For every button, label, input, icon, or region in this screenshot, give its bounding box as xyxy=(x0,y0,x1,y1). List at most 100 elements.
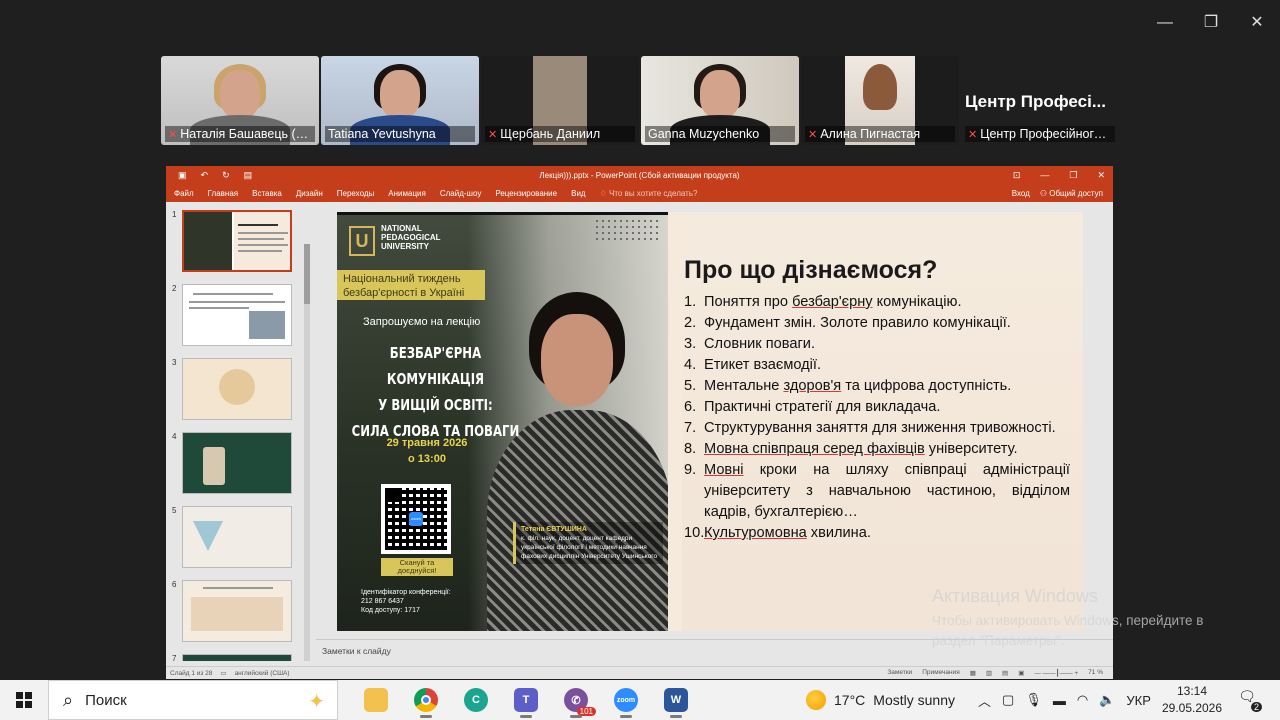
participant-name-label: ✕ Наталія Башавець (ви... xyxy=(165,126,315,142)
folder-icon xyxy=(364,688,388,712)
agenda-item: 5. Ментальне здоров'я та цифрова доступні… xyxy=(684,376,1070,397)
word-icon: W xyxy=(664,688,688,712)
tab-design[interactable]: Дизайн xyxy=(296,189,323,198)
participant-tile[interactable]: ✕ Наталія Башавець (ви... xyxy=(161,56,319,145)
signin-link[interactable]: Вход xyxy=(1012,189,1030,198)
input-language[interactable]: УКР xyxy=(1126,693,1151,708)
participant-tile[interactable]: Центр Професі... ✕ Центр Професійного ... xyxy=(961,56,1119,145)
tab-insert[interactable]: Вставка xyxy=(252,189,282,198)
close-icon[interactable]: ✕ xyxy=(1234,10,1280,36)
restore-icon[interactable]: ❐ xyxy=(1069,170,1077,181)
activation-line: Чтобы активировать Windows, перейдите в xyxy=(932,613,1204,628)
battery-icon[interactable]: ▬ xyxy=(1053,693,1066,708)
ribbon-display-icon[interactable]: ⊡ xyxy=(1013,170,1021,181)
participant-tile[interactable]: Ganna Muzychenko xyxy=(641,56,799,145)
ribbon-tabs: Файл Главная Вставка Дизайн Переходы Ани… xyxy=(166,184,1113,202)
zoom-level[interactable]: 71 % xyxy=(1088,669,1103,677)
slide-thumbnail-2[interactable] xyxy=(182,284,292,346)
tab-animations[interactable]: Анимация xyxy=(388,189,426,198)
tab-review[interactable]: Рецензирование xyxy=(495,189,557,198)
qr-pattern: zoom xyxy=(385,488,447,550)
restore-icon[interactable]: ❐ xyxy=(1188,10,1234,36)
copilot-sparkle-icon: ✦ xyxy=(308,691,325,713)
ppt-status-bar: Слайд 1 из 28 ▭ английский (США) Заметки… xyxy=(166,666,1113,679)
conf-line: Ідентифікатор конференції: xyxy=(361,589,451,596)
microphone-icon[interactable]: 🎙 xyxy=(1025,692,1042,708)
scrollbar-thumb[interactable] xyxy=(304,244,310,304)
wifi-icon[interactable]: ◠ xyxy=(1077,692,1088,708)
slide-thumbnail-7[interactable] xyxy=(182,654,292,661)
agenda-text: Ментальне здоров'я та цифрова доступніст… xyxy=(704,376,1070,397)
agenda-text: Словник поваги. xyxy=(704,334,1070,355)
taskbar-search[interactable]: ⌕ Поиск ✦ xyxy=(48,680,338,720)
zoom-slider[interactable]: — ——┃—— + xyxy=(1034,669,1078,677)
tab-home[interactable]: Главная xyxy=(208,189,238,198)
thumb-image xyxy=(249,311,285,339)
participant-name: Алина Пигнастая xyxy=(820,127,921,141)
agenda-text-part: Етикет взаємодії. xyxy=(704,357,822,373)
participant-tile[interactable]: ✕ Алина Пигнастая xyxy=(801,56,959,145)
uni-line: NATIONAL xyxy=(381,224,422,233)
desktop: — ❐ ✕ ✕ Наталія Башавець (ви... Tatiana Y… xyxy=(0,0,1280,720)
reading-view-icon[interactable]: ▤ xyxy=(1002,669,1008,677)
tell-me-box[interactable]: ♢ Что вы хотите сделать? xyxy=(600,189,698,198)
slide-thumbnail-4[interactable] xyxy=(182,432,292,494)
thumb-line xyxy=(193,293,273,295)
activation-line: раздел "Параметры". xyxy=(932,633,1065,648)
weather-widget[interactable]: 17°C Mostly sunny xyxy=(806,690,955,710)
slideshow-view-icon[interactable]: ▣ xyxy=(1018,669,1024,677)
slide-thumbnail-3[interactable] xyxy=(182,358,292,420)
meet-now-icon[interactable]: ▢ xyxy=(1002,692,1014,708)
minimize-icon[interactable]: — xyxy=(1040,170,1049,181)
chrome-button[interactable] xyxy=(408,682,444,718)
slide-thumbnail-6[interactable] xyxy=(182,580,292,642)
agenda-text-part: та цифрова доступність. xyxy=(841,378,1012,394)
notes-toggle[interactable]: Заметки xyxy=(887,669,912,677)
sorter-view-icon[interactable]: ▥ xyxy=(986,669,992,677)
close-icon[interactable]: ✕ xyxy=(1097,170,1105,181)
participant-tile[interactable]: ✕ Щербань Даниил xyxy=(481,56,639,145)
zoom-icon: zoom xyxy=(614,688,638,712)
agenda-item: 4. Етикет взаємодії. xyxy=(684,355,1070,376)
taskbar-clock[interactable]: 13:14 29.05.2026 xyxy=(1160,683,1224,717)
participant-face xyxy=(700,70,740,118)
comments-toggle[interactable]: Примечания xyxy=(922,669,960,677)
chevron-up-icon[interactable]: ︿ xyxy=(978,691,991,710)
start-button[interactable] xyxy=(0,680,48,720)
thumbnails-scrollbar[interactable] xyxy=(304,244,310,661)
tab-view[interactable]: Вид xyxy=(571,189,585,198)
slide-thumbnail-5[interactable] xyxy=(182,506,292,568)
viber-button[interactable]: ✆ 101 xyxy=(558,682,596,718)
teams-button[interactable]: T xyxy=(508,682,544,718)
participant-tile-active-speaker[interactable]: Tatiana Yevtushyna xyxy=(321,56,479,145)
lecture-topic: БЕЗБАР'ЄРНА КОМУНІКАЦІЯ У ВИЩІЙ ОСВІТІ: … xyxy=(345,340,526,444)
participant-name-label: Tatiana Yevtushyna xyxy=(325,126,475,142)
volume-icon[interactable]: 🔈 xyxy=(1099,692,1115,708)
current-slide[interactable]: U NATIONAL PEDAGOGICAL UNIVERSITY Націон… xyxy=(337,212,1083,631)
file-explorer-button[interactable] xyxy=(358,682,394,718)
tab-slideshow[interactable]: Слайд-шоу xyxy=(440,189,481,198)
participant-hair xyxy=(863,64,897,110)
zoom-button[interactable]: zoom xyxy=(608,682,644,718)
spellcheck-icon[interactable]: ▭ xyxy=(220,669,226,677)
slide-thumbnail-1[interactable] xyxy=(182,210,292,272)
speaker-credentials: к. філ. наук, доцент, доцент кафедри укр… xyxy=(521,535,658,560)
notification-count: 2 xyxy=(1250,702,1262,712)
normal-view-icon[interactable]: ▦ xyxy=(970,669,976,677)
uni-line: UNIVERSITY xyxy=(381,242,430,251)
agenda-text-part: Структурування заняття для зниження трив… xyxy=(704,420,1056,436)
tab-transitions[interactable]: Переходы xyxy=(337,189,375,198)
language-indicator[interactable]: английский (США) xyxy=(235,670,290,677)
agenda-item: 6. Практичні стратегії для викладача. xyxy=(684,397,1070,418)
share-button[interactable]: ⚇ Общий доступ xyxy=(1040,189,1103,198)
thumb-number: 4 xyxy=(172,432,177,441)
word-button[interactable]: W xyxy=(658,682,694,718)
participant-face xyxy=(380,70,420,118)
notifications-button[interactable]: 🗨 2 xyxy=(1236,688,1262,712)
tab-file[interactable]: Файл xyxy=(174,189,194,198)
minimize-icon[interactable]: — xyxy=(1142,10,1188,36)
lightbulb-icon: ♢ xyxy=(599,188,609,198)
edge-like-app-button[interactable]: C xyxy=(458,682,494,718)
person-icon: ⚇ xyxy=(1039,188,1050,198)
uni-line: PEDAGOGICAL xyxy=(381,233,441,242)
